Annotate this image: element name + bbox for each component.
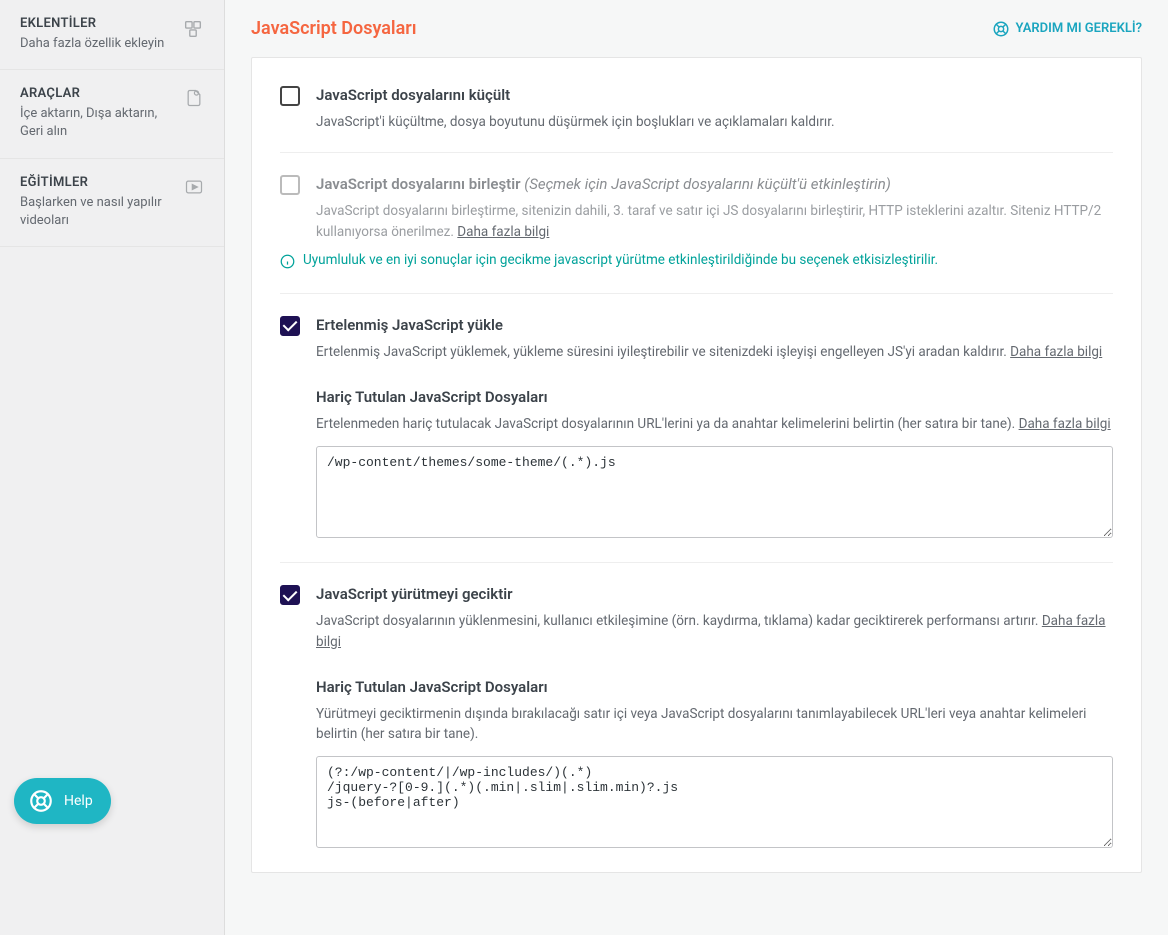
help-label: YARDIM MI GEREKLİ? (1016, 21, 1143, 36)
sidebar-item-subtitle: Başlarken ve nasıl yapılır videoları (20, 194, 174, 230)
js-options-panel: JavaScript dosyalarını küçült JavaScript… (251, 57, 1142, 873)
main-content: JavaScript Dosyaları YARDIM MI GEREKLİ? … (225, 0, 1168, 935)
option-hint: (Seçmek için JavaScript dosyalarını küçü… (524, 175, 891, 193)
sidebar-item-title: EKLENTİLER (20, 16, 172, 31)
info-icon (280, 254, 295, 273)
combine-disabled-notice: Uyumluluk ve en iyi sonuçlar için gecikm… (280, 252, 1113, 273)
sidebar-item-addons[interactable]: EKLENTİLER Daha fazla özellik ekleyin (0, 0, 224, 70)
option-desc: JavaScript'i küçültme, dosya boyutunu dü… (316, 112, 1113, 132)
content-header: JavaScript Dosyaları YARDIM MI GEREKLİ? (251, 18, 1142, 39)
page-icon (184, 88, 204, 112)
help-icon (992, 20, 1010, 38)
lifebuoy-icon (28, 788, 54, 814)
more-info-link[interactable]: Daha fazla bilgi (1019, 416, 1111, 432)
option-defer-js: Ertelenmiş JavaScript yükle Ertelenmiş J… (280, 308, 1113, 564)
help-needed-link[interactable]: YARDIM MI GEREKLİ? (992, 20, 1143, 38)
delay-exclude-section: Hariç Tutulan JavaScript Dosyaları Yürüt… (280, 678, 1113, 853)
option-title: Ertelenmiş JavaScript yükle (316, 316, 1113, 334)
minify-js-checkbox[interactable] (280, 86, 300, 106)
option-title: JavaScript dosyalarını küçült (316, 86, 1113, 104)
help-float-label: Help (64, 793, 93, 809)
defer-exclude-section: Hariç Tutulan JavaScript Dosyaları Ertel… (280, 388, 1113, 542)
option-minify-js: JavaScript dosyalarını küçült JavaScript… (280, 78, 1113, 153)
subsection-title: Hariç Tutulan JavaScript Dosyaları (316, 388, 1113, 406)
delay-exclude-textarea[interactable] (316, 756, 1113, 848)
page-title: JavaScript Dosyaları (251, 18, 417, 39)
option-desc: Ertelenmiş JavaScript yüklemek, yükleme … (316, 342, 1113, 362)
sidebar-item-subtitle: İçe aktarın, Dışa aktarın, Geri alın (20, 105, 174, 141)
defer-exclude-textarea[interactable] (316, 446, 1113, 538)
help-float-button[interactable]: Help (14, 778, 111, 824)
more-info-link[interactable]: Daha fazla bilgi (457, 224, 549, 240)
sidebar-item-tools[interactable]: ARAÇLAR İçe aktarın, Dışa aktarın, Geri … (0, 70, 224, 158)
sidebar-item-title: EĞİTİMLER (20, 175, 174, 190)
sidebar-item-tutorials[interactable]: EĞİTİMLER Başlarken ve nasıl yapılır vid… (0, 159, 224, 247)
play-icon (184, 177, 204, 201)
sidebar-item-title: ARAÇLAR (20, 86, 174, 101)
blocks-icon (182, 18, 204, 44)
subsection-desc: Yürütmeyi geciktirmenin dışında bırakıla… (316, 704, 1113, 745)
option-combine-js: JavaScript dosyalarını birleştir (Seçmek… (280, 167, 1113, 294)
option-desc: JavaScript dosyalarının yüklenmesini, ku… (316, 611, 1113, 652)
option-desc: JavaScript dosyalarını birleştirme, site… (316, 201, 1113, 242)
option-title: JavaScript dosyalarını birleştir (Seçmek… (316, 175, 1113, 193)
subsection-title: Hariç Tutulan JavaScript Dosyaları (316, 678, 1113, 696)
subsection-desc: Ertelenmeden hariç tutulacak JavaScript … (316, 414, 1113, 434)
combine-js-checkbox (280, 175, 300, 195)
option-delay-js: JavaScript yürütmeyi geciktir JavaScript… (280, 577, 1113, 852)
delay-js-checkbox[interactable] (280, 585, 300, 605)
defer-js-checkbox[interactable] (280, 316, 300, 336)
sidebar-item-subtitle: Daha fazla özellik ekleyin (20, 35, 172, 53)
more-info-link[interactable]: Daha fazla bilgi (1010, 344, 1102, 360)
option-title: JavaScript yürütmeyi geciktir (316, 585, 1113, 603)
